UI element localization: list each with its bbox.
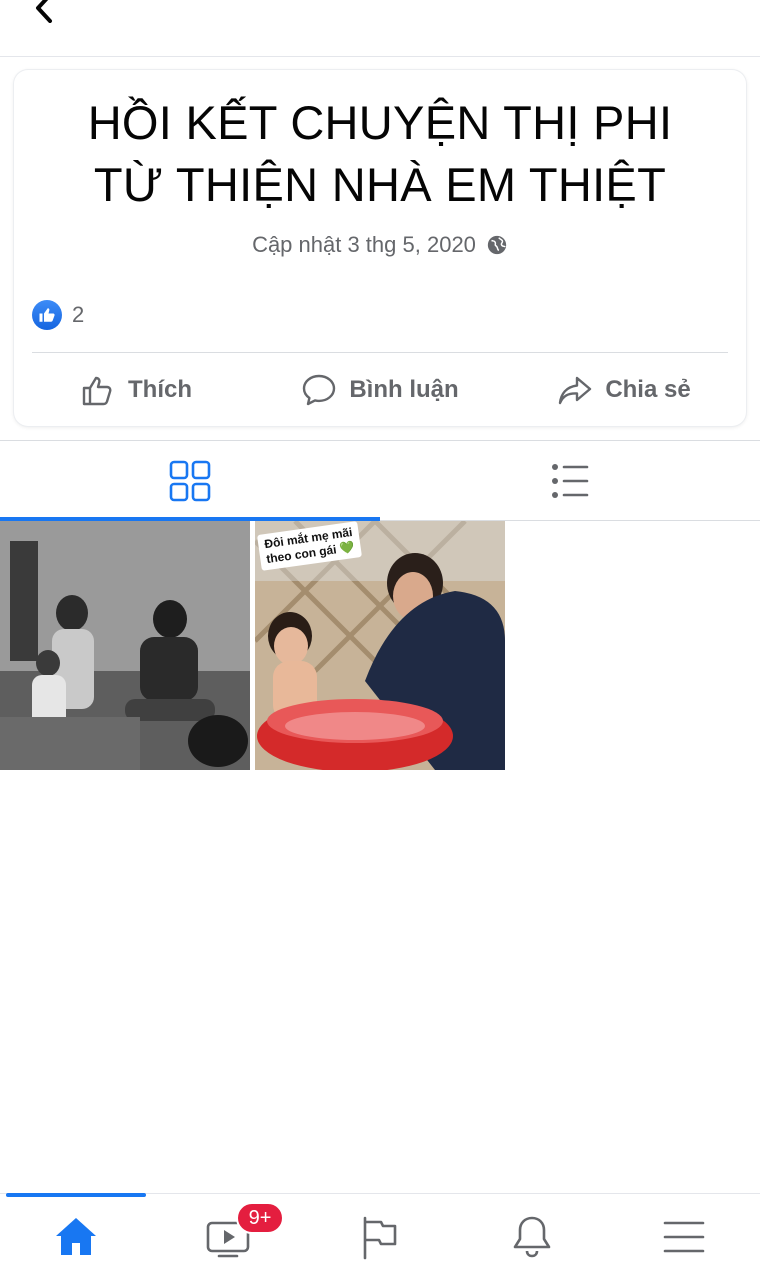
photo-1-image [0,521,250,770]
tab-grid-view[interactable] [0,441,380,521]
like-icon [32,300,62,330]
comment-icon [303,374,336,406]
action-bar: Thích Bình luận Chia sẻ [14,366,746,414]
like-label: Thích [128,376,192,403]
menu-icon [663,1221,705,1252]
album-updated-row: Cập nhật 3 thg 5, 2020 [14,232,746,258]
photo-1[interactable] [0,521,250,770]
list-icon [552,463,589,498]
share-label: Chia sẻ [605,376,691,403]
watch-badge: 9+ [236,1202,284,1234]
like-button[interactable]: Thích [14,366,258,414]
reaction-count: 2 [72,302,85,327]
reactions-summary[interactable]: 2 [32,300,84,330]
flag-icon [363,1216,397,1259]
view-tabs [0,441,760,521]
album-title-line-2: TỪ THIỆN NHÀ EM THIỆT [93,158,667,211]
share-icon [559,376,592,405]
comment-label: Bình luận [349,376,459,403]
bell-icon [513,1216,551,1257]
comment-button[interactable]: Bình luận [258,366,502,414]
top-bar [0,0,760,57]
album-title-line-1: HỒI KẾT CHUYỆN THỊ PHI [87,96,673,149]
nav-watch[interactable]: 9+ [152,1194,304,1275]
photo-2[interactable]: Đôi mắt mẹ mãi theo con gái 💚 [255,521,505,770]
nav-notifications[interactable] [456,1194,608,1275]
updated-date: Cập nhật 3 thg 5, 2020 [252,232,476,257]
back-button[interactable] [22,0,66,30]
nav-home[interactable] [0,1193,152,1275]
home-icon [56,1217,96,1255]
nav-pages[interactable] [304,1194,456,1275]
photo-grid: Đôi mắt mẹ mãi theo con gái 💚 [0,521,760,771]
grid-icon [169,460,211,501]
globe-icon [487,235,507,255]
album-title: HỒI KẾT CHUYỆN THỊ PHI TỪ THIỆN NHÀ EM T… [34,92,726,216]
back-arrow-icon [36,0,52,23]
album-card: HỒI KẾT CHUYỆN THỊ PHI TỪ THIỆN NHÀ EM T… [14,70,746,426]
thumbs-up-icon [82,376,112,406]
nav-menu[interactable] [608,1194,760,1275]
bottom-nav: 9+ [0,1193,760,1275]
tab-list-view[interactable] [380,441,760,520]
divider [32,352,728,353]
share-button[interactable]: Chia sẻ [502,366,746,414]
